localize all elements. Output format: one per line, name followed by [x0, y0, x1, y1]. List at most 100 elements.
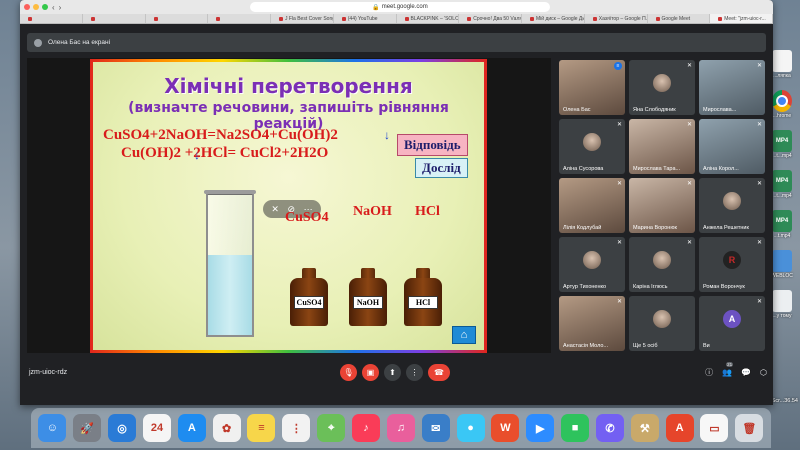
- tab-label: (44) YouTube: [347, 15, 378, 22]
- participant-tile[interactable]: ✕ Лілія Кодлубай: [559, 178, 625, 233]
- browser-tab[interactable]: [146, 14, 209, 23]
- dock-app-trash-icon[interactable]: 🗑: [735, 414, 764, 442]
- leave-call-button[interactable]: ☎: [428, 363, 450, 381]
- browser-tab[interactable]: [208, 14, 271, 23]
- reagent-bottle-cuso4[interactable]: CuSO4: [290, 268, 328, 326]
- participant-tile[interactable]: ≡ Олена Бас: [559, 60, 625, 115]
- browser-tab[interactable]: BLACKPINK – 'SOLO'...: [397, 14, 460, 23]
- dock-app-preview-icon[interactable]: ✉: [421, 414, 450, 442]
- present-icon: ⬆: [389, 367, 396, 377]
- dock-app-acrobat-icon[interactable]: A: [665, 414, 694, 442]
- participant-name: Каріна Іглюсь: [633, 284, 668, 290]
- participant-tile[interactable]: ✕ Мирослава Тара...: [629, 119, 695, 174]
- dock-app-app-store-icon[interactable]: A: [177, 414, 206, 442]
- dock-app-office-icon[interactable]: W: [491, 414, 520, 442]
- browser-tab[interactable]: Мій диск – Google Ди...: [522, 14, 585, 23]
- reagent-label-naoh: NaOH: [353, 204, 392, 219]
- tab-favicon-icon: [530, 16, 534, 21]
- avatar: R: [723, 251, 741, 269]
- url-field[interactable]: 🔒 meet.google.com: [250, 2, 550, 12]
- dock-app-maps-icon[interactable]: ⌖: [317, 414, 346, 442]
- browser-tab[interactable]: Google Meet: [648, 14, 711, 23]
- participant-tile[interactable]: A ✕ Ви: [699, 296, 765, 351]
- browser-tab[interactable]: Срочно! Два 50 Vаля...: [459, 14, 522, 23]
- participant-tile[interactable]: Ще 5 осіб: [629, 296, 695, 351]
- participant-name: Анжела Решетник: [703, 225, 749, 231]
- dock-app-finder-window-icon[interactable]: ▭: [700, 414, 729, 442]
- participant-tile[interactable]: ✕ Артур Тихоненко: [559, 237, 625, 292]
- participant-name: Ще 5 осіб: [633, 343, 658, 349]
- present-button[interactable]: ⬆: [384, 363, 401, 381]
- dock-app-notes-icon[interactable]: ≡: [247, 414, 276, 442]
- minimize-window-button[interactable]: [33, 4, 39, 10]
- reagent-bottle-hcl[interactable]: HCl: [404, 268, 442, 326]
- dock-app-toolbox-icon[interactable]: ⚒: [630, 414, 659, 442]
- dock-app-itunes-icon[interactable]: ♫: [386, 414, 415, 442]
- dock-app-photos-icon[interactable]: ✿: [212, 414, 241, 442]
- browser-tab[interactable]: Meet: "jzm-uioc-r...: [710, 14, 773, 23]
- slide-title: Хімічні перетворення: [164, 74, 413, 98]
- mic-off-icon[interactable]: ✕: [271, 204, 279, 215]
- participants-count-badge: 21: [726, 361, 734, 367]
- participant-tile[interactable]: ✕ Мирослава...: [699, 60, 765, 115]
- tab-label: Срочно! Два 50 Vаля...: [473, 15, 522, 22]
- participant-tile[interactable]: ✕ Аліна Корол...: [699, 119, 765, 174]
- participant-name: Аліна Корол...: [703, 166, 739, 172]
- precipitate-arrow-icon: ↓: [384, 128, 390, 142]
- activities-icon[interactable]: ⬡: [760, 368, 767, 377]
- participant-tile[interactable]: ✕ Анжела Решетник: [699, 178, 765, 233]
- hang-up-icon: ☎: [434, 367, 444, 377]
- dock-app-facetime-icon[interactable]: ■: [561, 414, 590, 442]
- participant-name: Лілія Кодлубай: [563, 225, 602, 231]
- avatar: A: [723, 310, 741, 328]
- dock-app-messages-icon[interactable]: ●: [456, 414, 485, 442]
- mic-toggle-button[interactable]: 🎙: [340, 363, 357, 381]
- participant-name: Ви: [703, 343, 710, 349]
- tab-label: Хазяїтор – Google П...: [598, 15, 648, 22]
- dock-app-launchpad-icon[interactable]: 🚀: [73, 414, 102, 442]
- tab-favicon-icon: [279, 16, 283, 21]
- dock-app-viber-icon[interactable]: ✆: [595, 414, 624, 442]
- reagent-bottle-naoh[interactable]: NaOH: [349, 268, 387, 326]
- mic-muted-icon: ✕: [686, 240, 692, 246]
- close-window-button[interactable]: [24, 4, 30, 10]
- home-icon[interactable]: ⌂: [452, 326, 476, 344]
- forward-icon[interactable]: ›: [59, 3, 62, 12]
- mp4-icon: MP4: [772, 210, 792, 232]
- dock-app-reminders-icon[interactable]: ⋮: [282, 414, 311, 442]
- participant-name: Артур Тихоненко: [563, 284, 607, 290]
- camera-off-icon: ▣: [366, 367, 375, 377]
- browser-tab[interactable]: [83, 14, 146, 23]
- dock-app-zoom-icon[interactable]: ▶: [526, 414, 555, 442]
- participant-tile[interactable]: ✕ Анастасія Моло...: [559, 296, 625, 351]
- participant-tile[interactable]: ✕ Каріна Іглюсь: [629, 237, 695, 292]
- participant-name: Аліна Сусорова: [563, 166, 604, 172]
- experiment-button[interactable]: Дослід: [415, 158, 468, 178]
- tab-favicon-icon: [592, 16, 597, 21]
- browser-tab[interactable]: Хазяїтор – Google П...: [585, 14, 648, 23]
- participant-tile[interactable]: ✕ Яна Слободяник: [629, 60, 695, 115]
- back-icon[interactable]: ‹: [52, 3, 55, 12]
- dock-app-music-icon[interactable]: ♪: [352, 414, 381, 442]
- camera-toggle-button[interactable]: ▣: [362, 363, 379, 381]
- participant-tile[interactable]: ✕ Марина Воронюк: [629, 178, 695, 233]
- doc-icon: [772, 290, 792, 312]
- participant-tile[interactable]: ✕ Аліна Сусорова: [559, 119, 625, 174]
- desktop-file-label: ...ляпка: [773, 73, 791, 79]
- mic-muted-icon: ✕: [616, 122, 622, 128]
- participant-tile[interactable]: R ✕ Роман Ворончук: [699, 237, 765, 292]
- browser-tab[interactable]: J Fla Best Cover Song...: [271, 14, 334, 23]
- dock-app-calendar-icon[interactable]: 24: [142, 414, 171, 442]
- browser-tab[interactable]: [20, 14, 83, 23]
- meet-control-bar: jzm-uioc-rdz 🎙 ▣ ⬆ ⋮ ☎ ⓘ 👥 21 💬 ⬡: [20, 358, 773, 386]
- answer-button[interactable]: Відповідь: [397, 134, 468, 156]
- info-icon[interactable]: ⓘ: [705, 367, 713, 378]
- more-options-button[interactable]: ⋮: [406, 363, 423, 381]
- people-icon[interactable]: 👥 21: [722, 361, 734, 377]
- browser-tab[interactable]: (44) YouTube: [334, 14, 397, 23]
- dock-app-safari-icon[interactable]: ◎: [108, 414, 137, 442]
- maximize-window-button[interactable]: [42, 4, 48, 10]
- dock-app-finder-icon[interactable]: ☺: [38, 414, 67, 442]
- tab-favicon-icon: [341, 16, 346, 21]
- chat-icon[interactable]: 💬: [741, 368, 751, 377]
